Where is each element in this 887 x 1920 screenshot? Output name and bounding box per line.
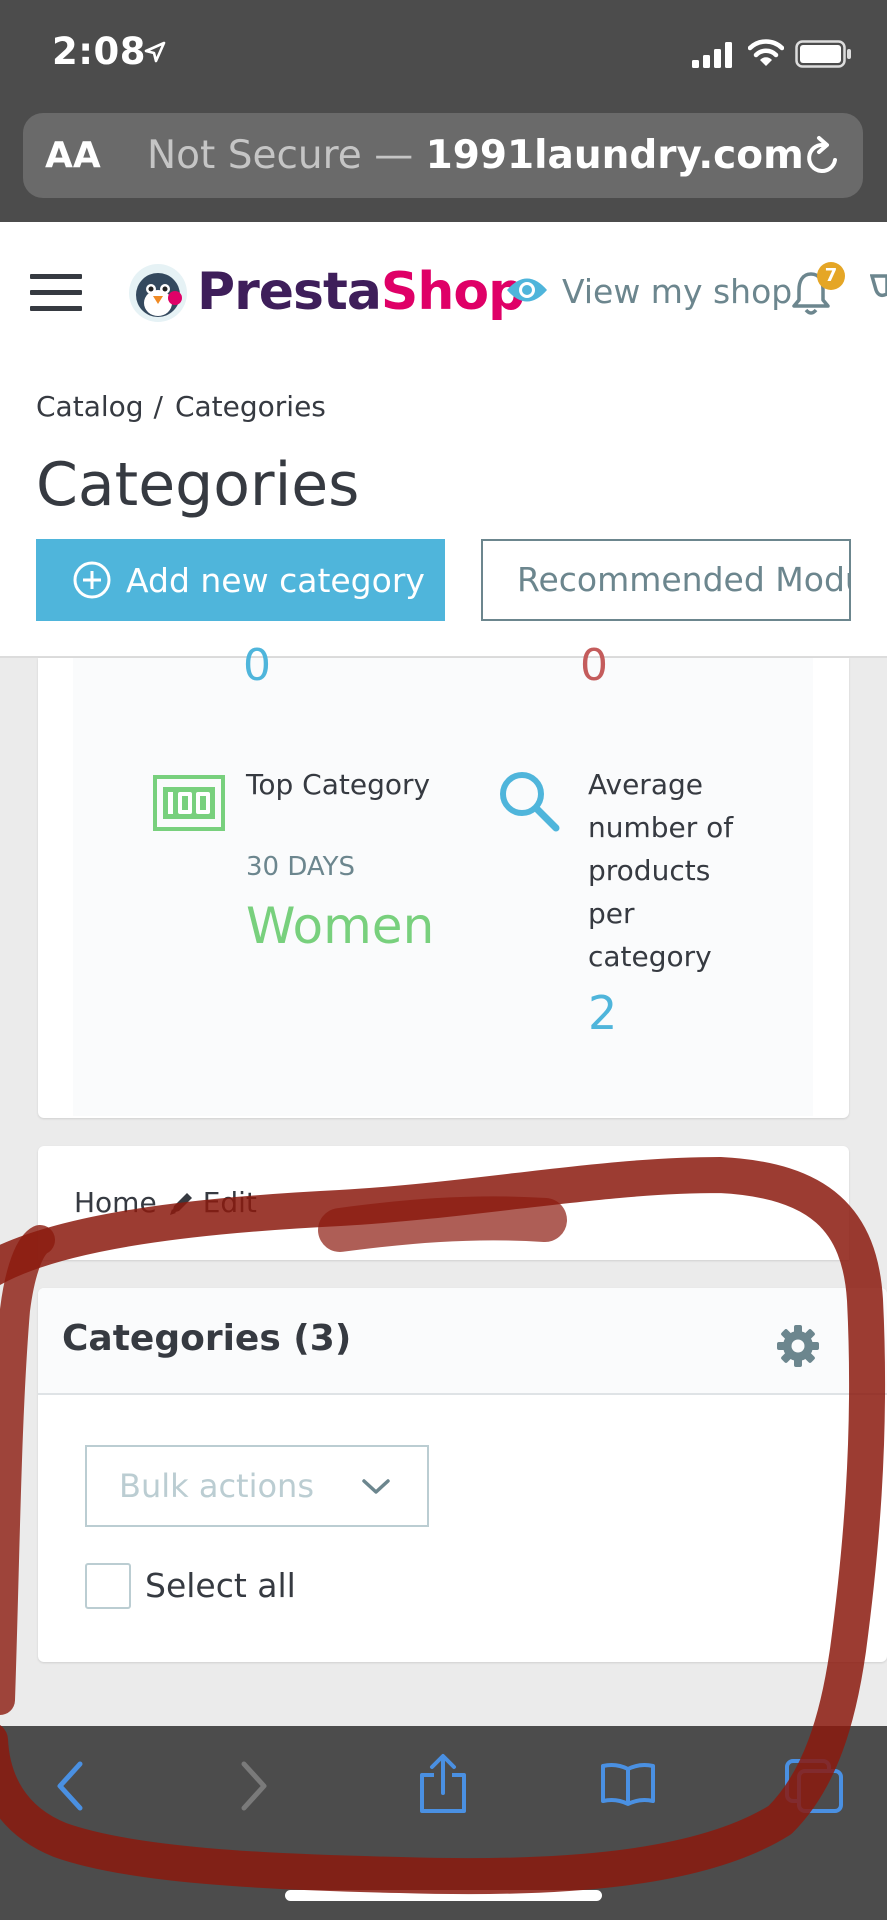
add-new-category-button[interactable]: Add new category [36,539,445,621]
kpi-value-cut-left: 0 [243,640,271,691]
status-time: 2:08 [52,30,147,73]
menu-icon[interactable] [30,274,82,314]
battery-icon [795,40,851,68]
logo-text-shop: Shop [380,262,525,322]
search-icon [500,772,560,832]
trophy-icon[interactable] [870,272,887,312]
home-category-link[interactable]: Home [74,1186,157,1219]
tabs-icon[interactable] [783,1757,845,1815]
forward-arrow-icon[interactable] [236,1760,272,1812]
kpi-avg-products-label: Average number of products per category [588,768,734,973]
plus-circle-icon [73,561,111,599]
gear-icon[interactable] [776,1324,820,1368]
text-size-button[interactable]: AA [45,135,101,176]
kpi-top-category-label: Top Category [246,768,431,801]
puffin-logo-icon [129,264,187,322]
url-field[interactable]: Not Secure — 1991laundry.com [147,133,804,178]
view-my-shop-link[interactable]: View my shop [562,272,792,311]
reload-icon[interactable] [800,135,846,181]
pencil-icon[interactable] [167,1188,197,1218]
prestashop-logo[interactable]: PrestaShop [197,262,525,322]
home-indicator [285,1890,602,1901]
wifi-icon [748,39,784,66]
kpi-top-category-value: Women [246,897,435,955]
kpi-top-category-period: 30 DAYS [246,852,356,882]
breadcrumb-separator: / [153,390,163,423]
edit-category-link[interactable]: Edit [203,1186,257,1219]
chevron-down-icon [362,1479,390,1494]
url-security-label: Not Secure — [147,133,414,178]
share-icon[interactable] [416,1753,470,1815]
bulk-actions-label: Bulk actions [119,1467,314,1505]
select-all-checkbox[interactable] [85,1563,131,1609]
page-title: Categories [36,450,360,520]
kpi-avg-products-value: 2 [588,986,618,1040]
notification-count-badge: 7 [817,262,845,290]
recommended-modules-button[interactable]: Recommended Modu [481,539,851,621]
kpi-value-cut-right: 0 [580,640,608,691]
breadcrumb-catalog[interactable]: Catalog [36,390,144,423]
back-arrow-icon[interactable] [52,1760,88,1812]
category-breadcrumb: Home Edit [74,1186,257,1219]
categories-count-title: Categories (3) [62,1318,352,1359]
breadcrumb: Catalog / Categories [36,390,326,423]
eye-icon[interactable] [505,275,549,305]
select-all-label[interactable]: Select all [145,1566,296,1605]
location-arrow-icon [144,41,166,63]
hundred-points-icon [153,775,225,831]
logo-text-presta: Presta [197,262,382,322]
bulk-actions-dropdown[interactable]: Bulk actions [85,1445,429,1527]
cellular-signal-icon [692,42,732,68]
breadcrumb-categories[interactable]: Categories [175,390,326,423]
url-domain: 1991laundry.com [425,133,804,178]
add-new-category-label: Add new category [126,560,425,600]
bookmarks-book-icon[interactable] [599,1761,657,1807]
